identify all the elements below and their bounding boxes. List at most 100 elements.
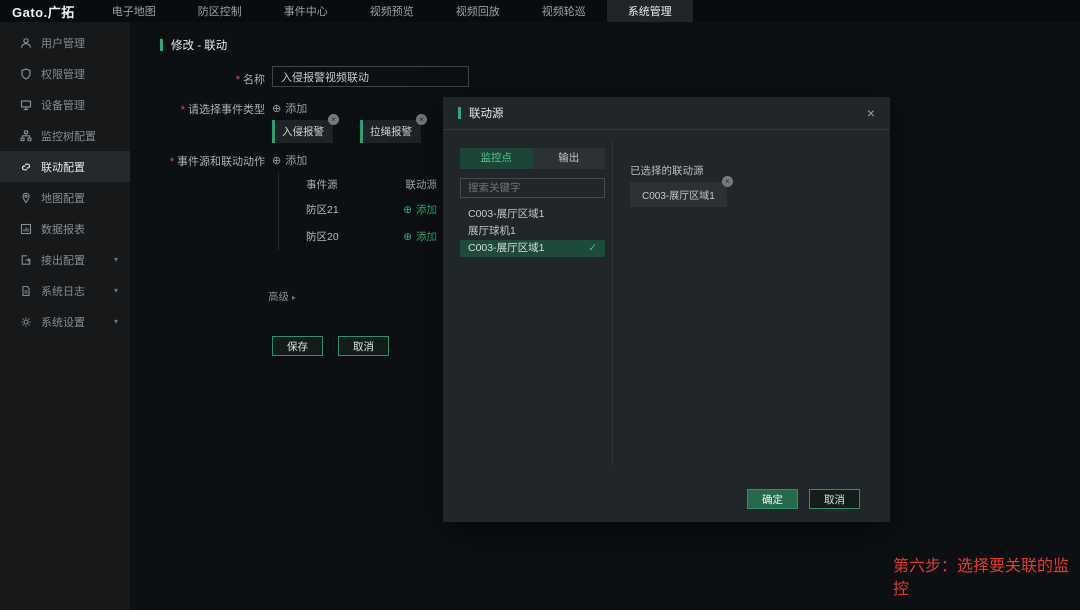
sidebar-item-linkage-config[interactable]: 联动配置 xyxy=(0,151,130,182)
save-button[interactable]: 保存 xyxy=(272,336,323,356)
remove-tag-icon[interactable]: × xyxy=(416,114,427,125)
advanced-label: 高级 xyxy=(268,291,289,303)
export-icon xyxy=(20,254,32,266)
chip-label: C003-展厅区域1 xyxy=(642,191,715,202)
zone-cell: 防区21 xyxy=(279,202,339,217)
sidebar: 用户管理 权限管理 设备管理 监控树配置 联动配置 地图配置 数据报表 接出配置… xyxy=(0,22,130,610)
step-annotation: 第六步：选择要关联的监控 xyxy=(893,555,1075,601)
event-source-table: 事件源 联动源 防区21 ⊕ 添加 防区20 ⊕ 添加 xyxy=(278,172,441,250)
column-event-source: 事件源 xyxy=(279,177,338,192)
modal-title: 联动源 xyxy=(469,105,504,121)
name-input[interactable] xyxy=(272,66,469,87)
tab-monitor-point[interactable]: 监控点 xyxy=(460,148,533,169)
sidebar-item-label: 系统设置 xyxy=(41,314,85,330)
tag-label: 拉绳报警 xyxy=(370,126,412,138)
map-pin-icon xyxy=(20,192,32,204)
sidebar-item-system-settings[interactable]: 系统设置 ▾ xyxy=(0,306,130,337)
list-item[interactable]: C003-展厅区域1 xyxy=(460,206,605,223)
modal-buttons: 确定 取消 xyxy=(747,489,860,509)
add-event-type-button[interactable]: ⊕ 添加 xyxy=(272,100,307,116)
advanced-toggle[interactable]: 高级 ▸ xyxy=(268,289,296,304)
list-item-label: C003-展厅区域1 xyxy=(468,206,544,223)
nav-item-video-playback[interactable]: 视频回放 xyxy=(435,0,521,22)
gear-icon xyxy=(20,316,32,328)
selected-source-chip: C003-展厅区域1 × xyxy=(630,182,727,207)
column-linkage-source: 联动源 xyxy=(406,177,442,192)
nav-item-electronic-map[interactable]: 电子地图 xyxy=(91,0,177,22)
page-title: 修改 - 联动 xyxy=(160,37,227,53)
tag-label: 入侵报警 xyxy=(282,126,324,138)
sidebar-item-label: 系统日志 xyxy=(41,283,85,299)
sidebar-item-user-management[interactable]: 用户管理 xyxy=(0,27,130,58)
selected-sources-header: 已选择的联动源 xyxy=(630,163,704,178)
sidebar-item-permission-management[interactable]: 权限管理 xyxy=(0,58,130,89)
sidebar-item-label: 监控树配置 xyxy=(41,128,96,144)
row-add-button[interactable]: ⊕ 添加 xyxy=(403,229,441,244)
modal-header: 联动源 × xyxy=(443,97,890,130)
sidebar-item-device-management[interactable]: 设备管理 xyxy=(0,89,130,120)
form-buttons: 保存 取消 xyxy=(272,336,389,356)
cancel-button[interactable]: 取消 xyxy=(338,336,389,356)
list-item-label: 展厅球机1 xyxy=(468,223,516,240)
event-tag-rope-pull: 拉绳报警 × xyxy=(360,120,421,143)
modal-cancel-button[interactable]: 取消 xyxy=(809,489,860,509)
remove-tag-icon[interactable]: × xyxy=(328,114,339,125)
chevron-down-icon: ▾ xyxy=(114,255,118,264)
top-navigation: Gato.广拓 电子地图 防区控制 事件中心 视频预览 视频回放 视频轮巡 系统… xyxy=(0,0,1080,22)
add-label: 添加 xyxy=(416,202,437,217)
log-icon xyxy=(20,285,32,297)
sidebar-item-label: 设备管理 xyxy=(41,97,85,113)
tab-output[interactable]: 输出 xyxy=(533,148,606,169)
table-row: 防区20 ⊕ 添加 xyxy=(279,223,441,250)
shield-icon xyxy=(20,68,32,80)
zone-cell: 防区20 xyxy=(279,229,339,244)
chevron-down-icon: ▾ xyxy=(114,317,118,326)
vertical-divider xyxy=(612,140,613,465)
sidebar-item-map-config[interactable]: 地图配置 xyxy=(0,182,130,213)
search-input[interactable] xyxy=(460,178,605,198)
title-accent-bar xyxy=(160,39,163,51)
event-tag-intrusion: 入侵报警 × xyxy=(272,120,333,143)
list-item-selected[interactable]: C003-展厅区域1 ✓ xyxy=(460,240,605,257)
report-icon xyxy=(20,223,32,235)
event-type-label: *请选择事件类型 xyxy=(130,101,265,117)
add-source-button[interactable]: ⊕ 添加 xyxy=(272,152,307,168)
circle-plus-icon: ⊕ xyxy=(272,154,281,167)
table-row: 防区21 ⊕ 添加 xyxy=(279,196,441,223)
app-logo: Gato.广拓 xyxy=(0,0,91,22)
source-action-label: *事件源和联动动作 xyxy=(130,153,265,169)
monitor-point-list: C003-展厅区域1 展厅球机1 C003-展厅区域1 ✓ xyxy=(460,206,605,257)
required-asterisk: * xyxy=(181,104,185,116)
circle-plus-icon: ⊕ xyxy=(403,231,412,243)
add-label: 添加 xyxy=(285,100,307,116)
sidebar-item-output-config[interactable]: 接出配置 ▾ xyxy=(0,244,130,275)
list-item[interactable]: 展厅球机1 xyxy=(460,223,605,240)
sidebar-item-data-report[interactable]: 数据报表 xyxy=(0,213,130,244)
nav-item-video-patrol[interactable]: 视频轮巡 xyxy=(521,0,607,22)
nav-item-system-management[interactable]: 系统管理 xyxy=(607,0,693,22)
linkage-source-modal: 联动源 × 监控点 输出 C003-展厅区域1 展厅球机1 C003-展厅区域1… xyxy=(443,97,890,522)
page-title-text: 修改 - 联动 xyxy=(171,37,227,53)
close-icon[interactable]: × xyxy=(867,105,875,121)
confirm-button[interactable]: 确定 xyxy=(747,489,798,509)
circle-plus-icon: ⊕ xyxy=(272,102,281,115)
device-icon xyxy=(20,99,32,111)
list-item-label: C003-展厅区域1 xyxy=(468,240,544,257)
sidebar-item-monitor-tree-config[interactable]: 监控树配置 xyxy=(0,120,130,151)
modal-body: 监控点 输出 C003-展厅区域1 展厅球机1 C003-展厅区域1 ✓ 已选择… xyxy=(443,130,890,522)
remove-chip-icon[interactable]: × xyxy=(722,176,733,187)
sidebar-item-label: 用户管理 xyxy=(41,35,85,51)
add-label: 添加 xyxy=(416,229,437,244)
source-type-tabs: 监控点 输出 xyxy=(460,148,605,169)
event-type-tags: 入侵报警 × 拉绳报警 × xyxy=(272,120,421,143)
nav-item-event-center[interactable]: 事件中心 xyxy=(263,0,349,22)
sidebar-item-label: 联动配置 xyxy=(41,159,85,175)
nav-item-video-preview[interactable]: 视频预览 xyxy=(349,0,435,22)
chevron-right-icon: ▸ xyxy=(292,293,296,302)
sidebar-item-label: 权限管理 xyxy=(41,66,85,82)
sidebar-item-system-log[interactable]: 系统日志 ▾ xyxy=(0,275,130,306)
row-add-button[interactable]: ⊕ 添加 xyxy=(403,202,441,217)
nav-item-zone-control[interactable]: 防区控制 xyxy=(177,0,263,22)
table-header-row: 事件源 联动源 xyxy=(279,172,441,196)
required-asterisk: * xyxy=(170,156,174,168)
